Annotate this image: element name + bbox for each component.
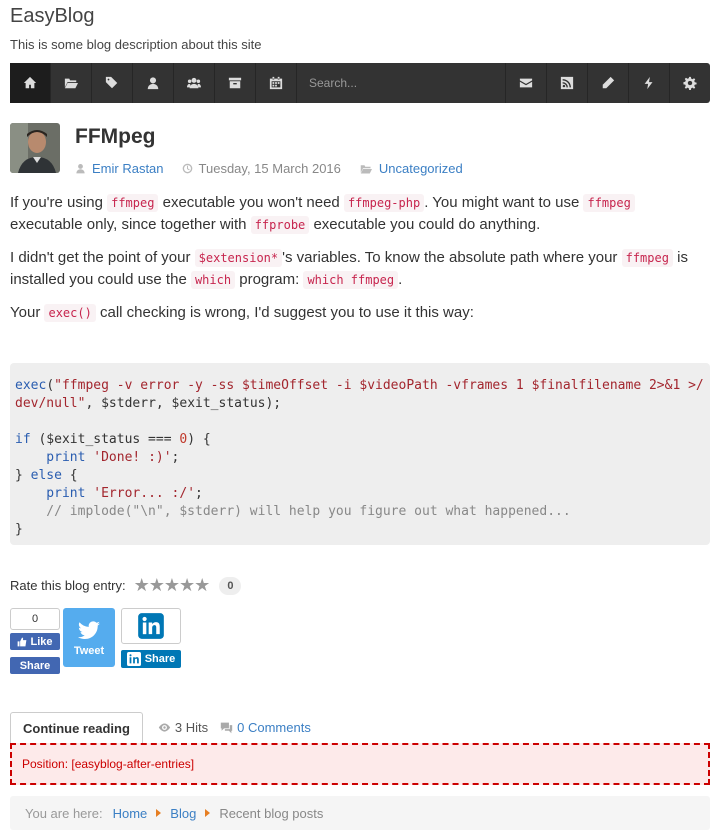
bolt-icon <box>644 76 653 90</box>
folder-open-icon <box>64 78 78 89</box>
rating-stars[interactable]: ★★★★★ <box>134 575 211 596</box>
toolbar-quickpost-button[interactable] <box>628 63 669 103</box>
linkedin-widget: Share <box>121 608 181 668</box>
toolbar-settings-button[interactable] <box>669 63 710 103</box>
thumbs-up-icon <box>18 637 27 646</box>
breadcrumb-current: Recent blog posts <box>219 805 324 821</box>
rating-label: Rate this blog entry: <box>10 578 126 593</box>
rating-count-badge: 0 <box>219 576 242 595</box>
comments-link[interactable]: 0 Comments <box>220 712 311 743</box>
search-input[interactable] <box>309 76 505 90</box>
clock-icon <box>182 163 192 174</box>
toolbar-subscribe-button[interactable] <box>505 63 546 103</box>
author-avatar[interactable] <box>10 123 60 173</box>
site-title[interactable]: EasyBlog <box>10 5 95 28</box>
rating-bar: Rate this blog entry: ★★★★★ 0 <box>10 575 242 596</box>
post-meta: Emir Rastan Tuesday, 15 March 2016 Uncat… <box>75 161 481 176</box>
breadcrumb-blog-link[interactable]: Blog <box>170 806 196 821</box>
breadcrumb-prefix: You are here: <box>25 805 103 821</box>
blog-toolbar <box>10 63 710 103</box>
breadcrumb-separator-icon <box>205 809 211 817</box>
post-paragraph: Your exec() call checking is wrong, I'd … <box>10 304 474 322</box>
post-paragraph: I didn't get the point of your $extensio… <box>10 249 688 289</box>
post-paragraph: If you're using ffmpeg executable you wo… <box>10 192 710 236</box>
gear-icon <box>683 76 697 90</box>
code-block: exec("ffmpeg -v error -y -ss $timeOffset… <box>10 363 710 545</box>
post-date: Tuesday, 15 March 2016 <box>182 161 341 176</box>
facebook-share-button[interactable]: Share <box>10 657 60 674</box>
breadcrumb-separator-icon <box>156 809 162 817</box>
eye-icon <box>158 723 171 732</box>
twitter-bird-icon <box>78 620 100 639</box>
linkedin-logo-icon <box>138 613 164 639</box>
linkedin-in-icon <box>126 652 141 666</box>
category-link[interactable]: Uncategorized <box>379 161 463 176</box>
envelope-icon <box>519 78 533 88</box>
toolbar-archive-button[interactable] <box>215 63 256 103</box>
post-footer: Continue reading 3 Hits 0 Comments <box>10 712 311 743</box>
facebook-like-count: 0 <box>10 608 60 630</box>
toolbar-right-group <box>505 63 710 103</box>
post-title[interactable]: FFMpeg <box>75 125 155 149</box>
toolbar-categories-button[interactable] <box>51 63 92 103</box>
breadcrumb-home-link[interactable]: Home <box>113 806 148 821</box>
tags-icon <box>105 76 118 89</box>
hits-counter: 3 Hits <box>158 712 208 743</box>
module-position-placeholder: Position: [easyblog-after-entries] <box>10 743 710 785</box>
calendar-icon <box>269 76 283 90</box>
comments-icon <box>220 722 233 734</box>
folder-open-icon <box>360 164 372 173</box>
twitter-tweet-button[interactable]: Tweet <box>63 608 115 667</box>
pencil-icon <box>602 76 615 89</box>
toolbar-search <box>297 63 505 103</box>
linkedin-count-box <box>121 608 181 644</box>
toolbar-home-button[interactable] <box>10 63 51 103</box>
toolbar-tags-button[interactable] <box>92 63 133 103</box>
toolbar-teams-button[interactable] <box>174 63 215 103</box>
post-author: Emir Rastan <box>75 161 164 176</box>
site-description: This is some blog description about this… <box>10 37 262 52</box>
home-icon <box>23 76 37 89</box>
continue-reading-button[interactable]: Continue reading <box>10 712 143 743</box>
toolbar-write-button[interactable] <box>587 63 628 103</box>
date-text: Tuesday, 15 March 2016 <box>198 161 341 176</box>
breadcrumb: You are here: Home Blog Recent blog post… <box>10 796 710 830</box>
author-link[interactable]: Emir Rastan <box>92 161 164 176</box>
facebook-widget: 0 Like Share <box>10 608 60 674</box>
user-icon <box>147 77 159 90</box>
users-icon <box>187 77 201 89</box>
toolbar-rss-button[interactable] <box>546 63 587 103</box>
toolbar-bloggers-button[interactable] <box>133 63 174 103</box>
toolbar-calendar-button[interactable] <box>256 63 297 103</box>
archive-icon <box>228 77 242 89</box>
rss-icon <box>560 76 574 90</box>
facebook-like-button[interactable]: Like <box>10 633 60 650</box>
user-icon <box>76 164 85 174</box>
linkedin-share-button[interactable]: Share <box>121 650 181 668</box>
post-category: Uncategorized <box>359 161 463 176</box>
